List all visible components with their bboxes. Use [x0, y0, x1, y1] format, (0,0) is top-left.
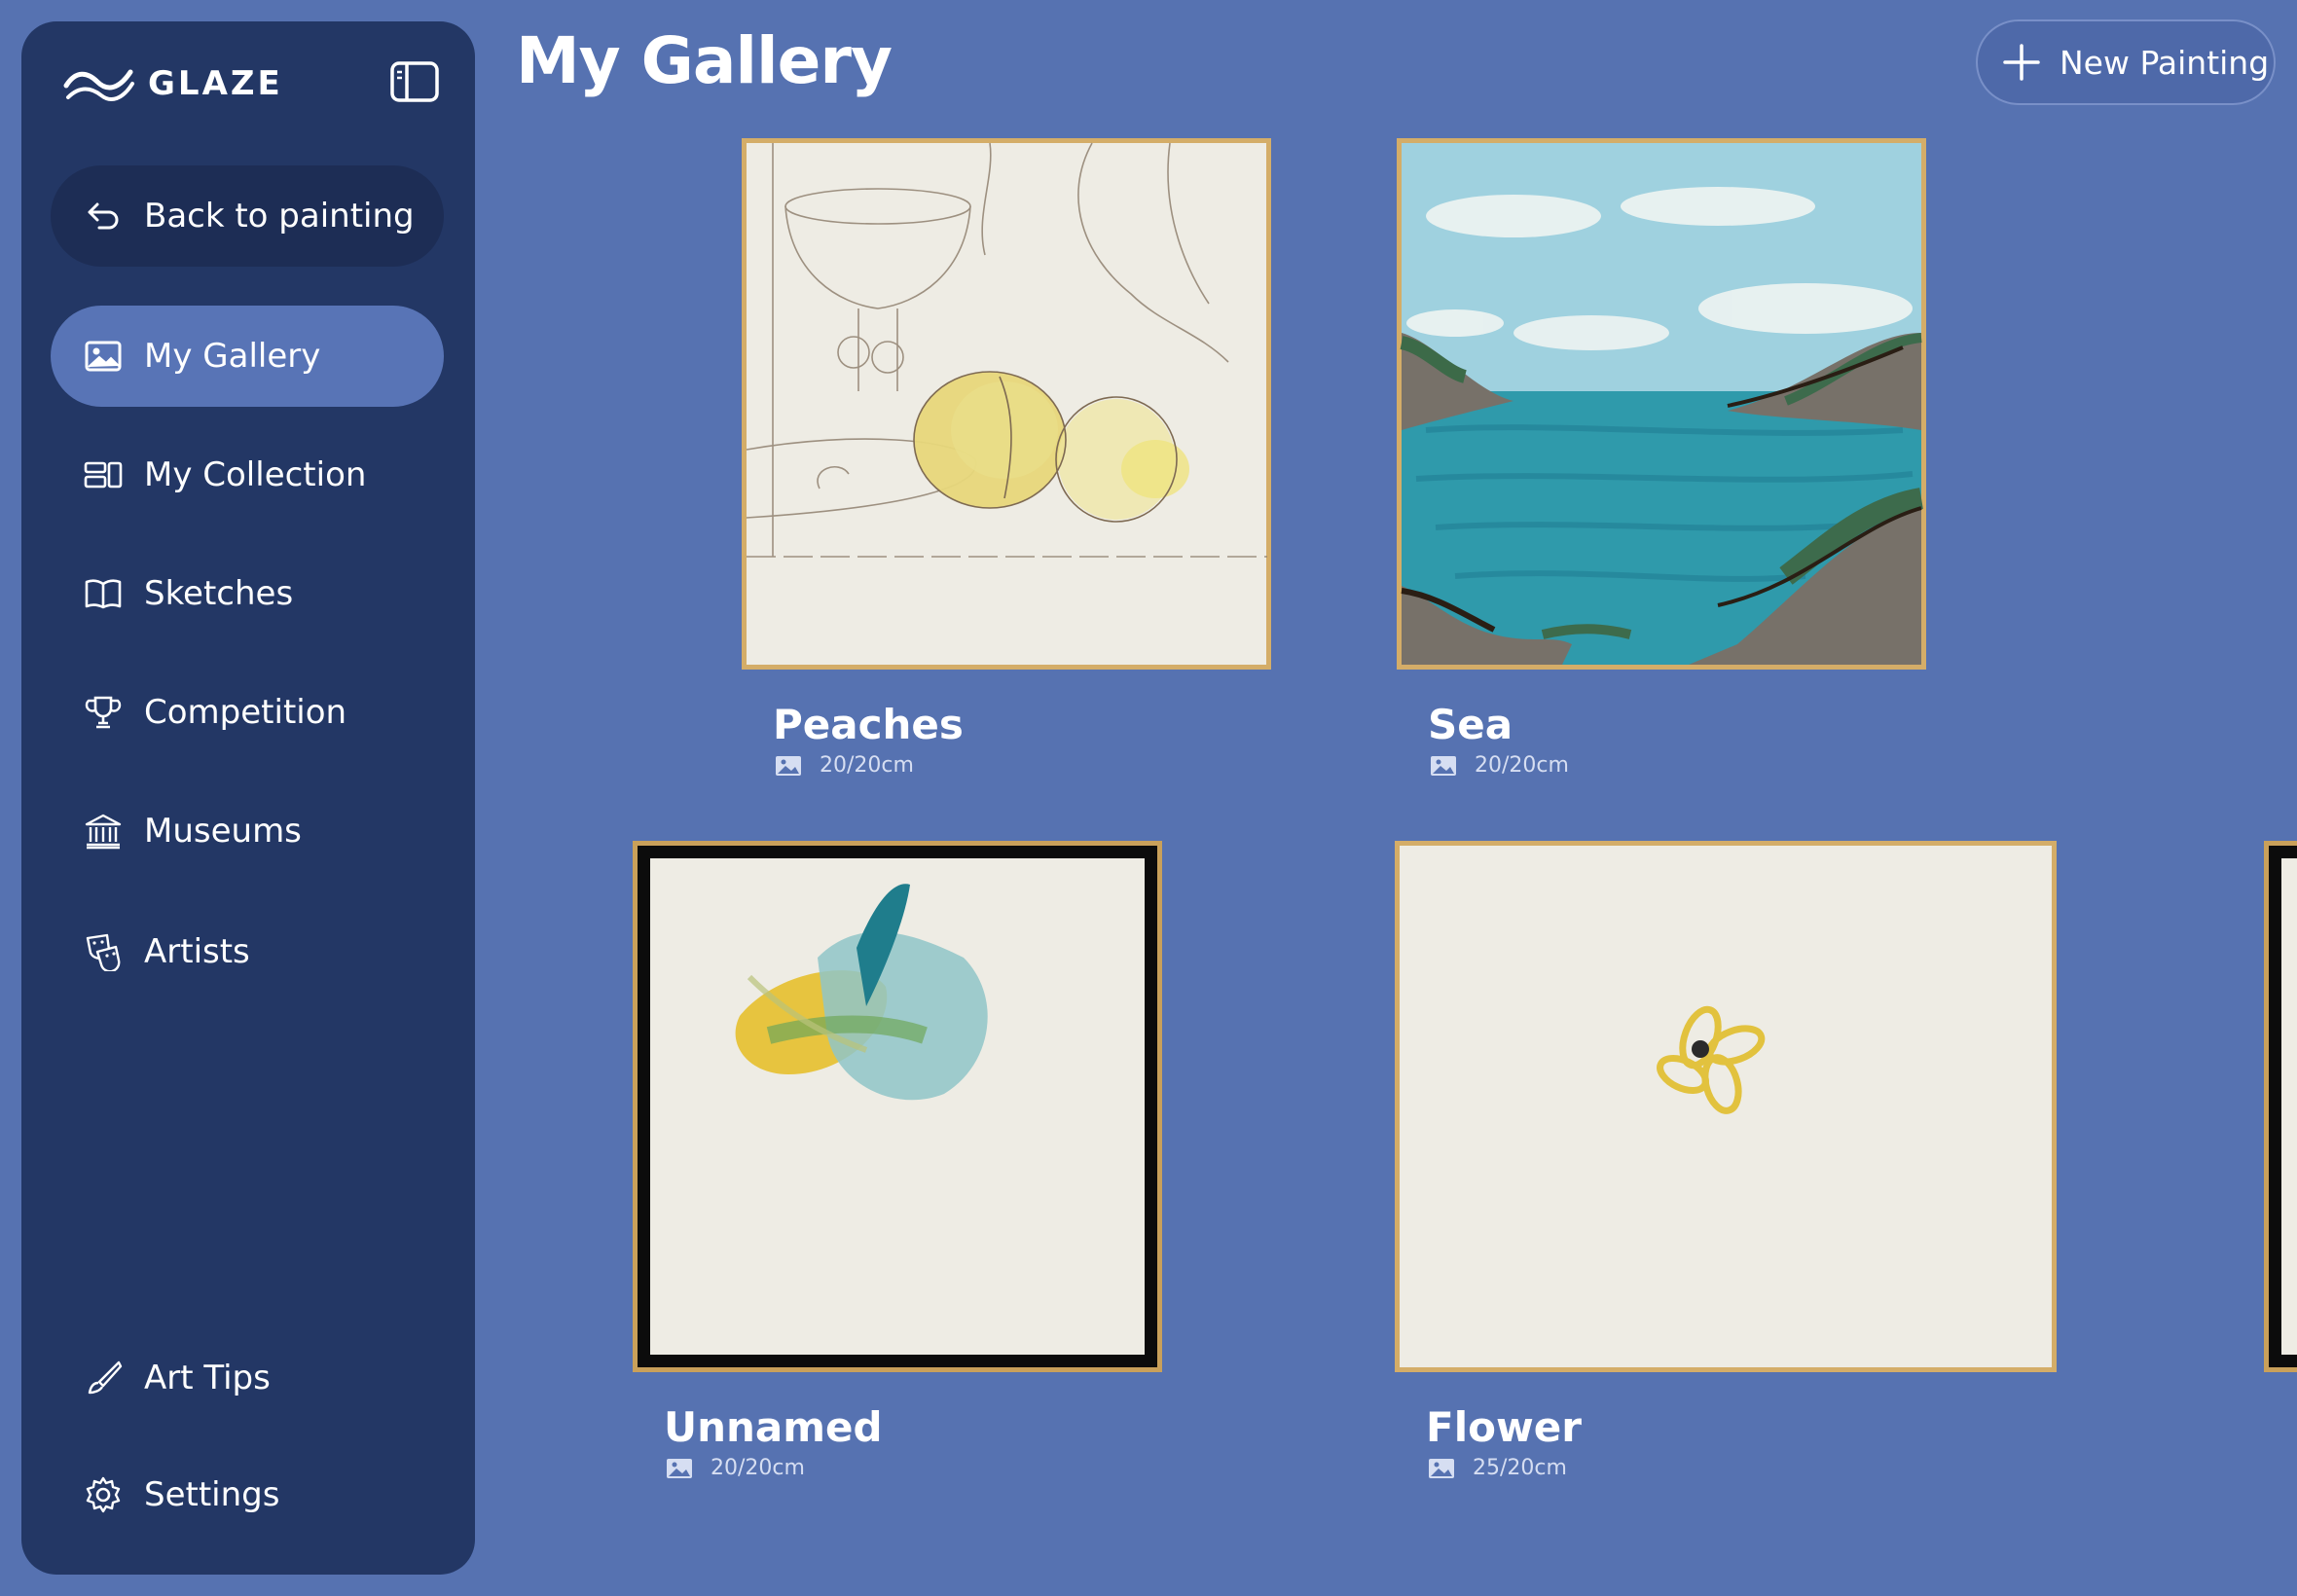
plus-icon [2003, 44, 2040, 81]
sidebar-item-my-gallery[interactable]: My Gallery [51, 306, 444, 407]
painting-size: 25/20cm [1428, 1456, 1567, 1480]
painting-size-label: 20/20cm [1475, 753, 1569, 778]
image-size-icon [667, 1458, 692, 1478]
painting-thumbnail-peaches[interactable] [742, 138, 1271, 670]
painting-thumbnail-partial[interactable] [2264, 841, 2297, 1372]
sidebar-item-label: My Gallery [144, 337, 321, 376]
image-size-icon [1431, 755, 1456, 776]
painting-thumbnail-sea[interactable] [1397, 138, 1926, 670]
museum-icon [84, 812, 123, 851]
sidebar: GLAZE Back to painting My Gallery My Col… [21, 21, 475, 1575]
sidebar-toggle-button[interactable] [389, 60, 440, 103]
painting-title: Peaches [773, 701, 964, 748]
back-arrow-icon [84, 197, 123, 236]
book-icon [84, 574, 123, 613]
trophy-icon [84, 693, 123, 732]
sidebar-item-competition[interactable]: Competition [51, 662, 444, 763]
masks-icon [84, 932, 123, 971]
brush-icon [84, 1359, 123, 1397]
sidebar-item-artists[interactable]: Artists [51, 901, 444, 1002]
collection-icon [84, 455, 123, 494]
gear-icon [84, 1475, 123, 1514]
new-painting-label: New Painting [2060, 43, 2270, 82]
app-logo: GLAZE [62, 56, 283, 111]
sidebar-item-museums[interactable]: Museums [51, 780, 444, 882]
sidebar-item-settings[interactable]: Settings [51, 1444, 444, 1545]
new-painting-button[interactable]: New Painting [1976, 19, 2276, 105]
painting-title: Sea [1428, 701, 1513, 748]
sidebar-item-my-collection[interactable]: My Collection [51, 424, 444, 526]
painting-size-label: 20/20cm [820, 753, 914, 778]
sidebar-toggle-icon [390, 61, 439, 102]
painting-size: 20/20cm [775, 753, 914, 778]
sidebar-item-label: Settings [144, 1475, 280, 1514]
image-size-icon [1429, 1458, 1454, 1478]
painting-size: 20/20cm [1430, 753, 1569, 778]
sidebar-item-label: Artists [144, 932, 250, 971]
back-to-painting-button[interactable]: Back to painting [51, 165, 444, 267]
image-size-icon [776, 755, 801, 776]
wave-logo-icon [63, 69, 134, 101]
back-to-painting-label: Back to painting [144, 197, 415, 236]
painting-thumbnail-unnamed[interactable] [633, 841, 1162, 1372]
sidebar-item-label: Sketches [144, 574, 294, 613]
painting-size: 20/20cm [666, 1456, 805, 1480]
sidebar-item-label: Competition [144, 693, 347, 732]
sidebar-item-sketches[interactable]: Sketches [51, 543, 444, 644]
painting-title: Flower [1426, 1403, 1582, 1451]
sidebar-item-label: My Collection [144, 455, 367, 494]
painting-size-label: 20/20cm [711, 1456, 805, 1480]
painting-size-label: 25/20cm [1473, 1456, 1567, 1480]
sidebar-item-label: Museums [144, 812, 302, 851]
app-name: GLAZE [148, 64, 283, 103]
image-icon [84, 337, 123, 376]
sidebar-item-label: Art Tips [144, 1359, 271, 1397]
sidebar-item-art-tips[interactable]: Art Tips [51, 1327, 444, 1429]
painting-thumbnail-flower[interactable] [1395, 841, 2057, 1372]
painting-title: Unnamed [664, 1403, 883, 1451]
page-title: My Gallery [516, 23, 893, 98]
